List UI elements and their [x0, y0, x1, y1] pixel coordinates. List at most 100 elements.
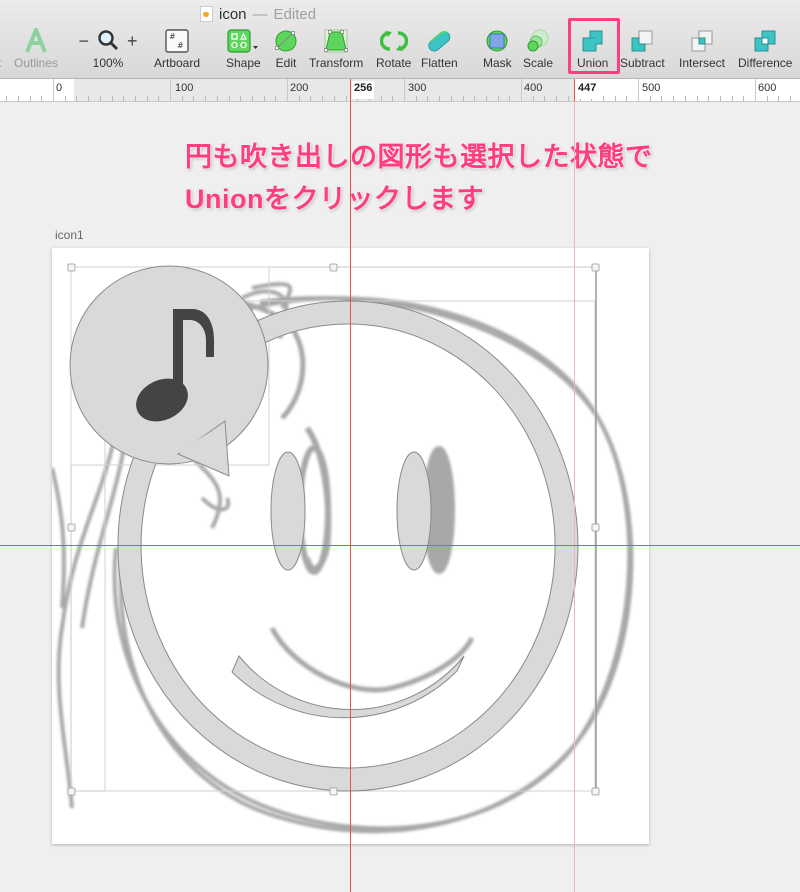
partial-tool[interactable]: t — [0, 28, 1, 72]
ruler-minor-tick — [439, 96, 440, 101]
rotate-icon — [379, 28, 408, 54]
ruler-minor-tick — [205, 96, 206, 101]
ruler-tick-label: 300 — [408, 82, 427, 94]
ruler-minor-tick — [743, 96, 744, 101]
ruler-selection-end-marker — [574, 79, 575, 101]
zoom-out-button[interactable]: − — [78, 31, 89, 52]
resize-handle-left[interactable] — [67, 523, 76, 532]
resize-handle-bottom-left[interactable] — [67, 787, 76, 796]
vertical-guide-center[interactable] — [350, 101, 351, 892]
ruler-minor-tick — [6, 96, 7, 101]
difference-icon — [753, 28, 777, 54]
zoom-control: − + 100% — [74, 28, 142, 72]
speech-bubble-shape[interactable] — [69, 265, 269, 477]
title-separator: — — [252, 5, 268, 23]
annotation-line-1: 円も吹き出しの図形も選択した状態で — [185, 142, 653, 172]
ruler-minor-tick — [544, 96, 545, 101]
scale-icon — [525, 28, 551, 54]
ruler-minor-tick — [88, 96, 89, 101]
difference-button[interactable]: Difference — [738, 28, 792, 72]
flatten-button[interactable]: Flatten — [421, 28, 458, 72]
scale-button[interactable]: Scale — [523, 28, 553, 72]
subtract-button[interactable]: Subtract — [620, 28, 665, 72]
ruler-minor-tick — [778, 96, 779, 101]
ruler-minor-tick — [41, 96, 42, 101]
transform-button[interactable]: Transform — [309, 28, 363, 72]
subtract-icon — [630, 28, 654, 54]
svg-text:#: # — [177, 41, 184, 50]
ruler-minor-tick — [182, 96, 183, 101]
horizontal-guide-center[interactable] — [0, 545, 800, 546]
ruler-minor-tick — [673, 96, 674, 101]
ruler-minor-tick — [135, 96, 136, 101]
ruler-minor-tick — [661, 96, 662, 101]
artboard-button[interactable]: # # Artboard — [154, 28, 200, 72]
ruler-major-tick — [404, 79, 405, 101]
ruler-minor-tick — [217, 96, 218, 101]
ruler-minor-tick — [112, 96, 113, 101]
shape-button[interactable]: Shape — [226, 28, 261, 72]
ruler-tick-label: 200 — [290, 82, 309, 94]
resize-handle-top-left[interactable] — [67, 263, 76, 272]
ruler-minor-tick — [767, 96, 768, 101]
ruler-selection-start-marker — [350, 79, 351, 101]
resize-handle-right[interactable] — [591, 523, 600, 532]
ruler-minor-tick — [556, 96, 557, 101]
mask-button[interactable]: Mask — [483, 28, 512, 72]
document-name: icon — [219, 5, 247, 23]
ruler-minor-tick — [346, 96, 347, 101]
ruler-minor-tick — [474, 96, 475, 101]
intersect-button[interactable]: Intersect — [679, 28, 725, 72]
right-eye-shape[interactable] — [396, 451, 432, 571]
transform-icon — [323, 28, 349, 54]
sketch-document-icon — [200, 6, 213, 22]
ruler-minor-tick — [65, 96, 66, 101]
flatten-icon — [426, 28, 452, 54]
ruler-minor-tick — [240, 96, 241, 101]
ruler-minor-tick — [264, 96, 265, 101]
rotate-button[interactable]: Rotate — [376, 28, 411, 72]
ruler-minor-tick — [252, 96, 253, 101]
ruler-minor-tick — [697, 96, 698, 101]
ruler-minor-tick — [451, 96, 452, 101]
ruler-minor-tick — [626, 96, 627, 101]
zoom-level: 100% — [92, 56, 124, 70]
edit-button[interactable]: Edit — [274, 28, 298, 72]
artboard-icon: # # — [165, 28, 189, 54]
ruler-minor-tick — [416, 96, 417, 101]
ruler-major-tick — [170, 79, 171, 101]
ruler-tick-label: 400 — [524, 82, 543, 94]
vertical-guide-right[interactable] — [574, 101, 575, 892]
ruler-minor-tick — [310, 96, 311, 101]
ruler-major-tick — [638, 79, 639, 101]
ruler-minor-tick — [18, 96, 19, 101]
resize-handle-bottom[interactable] — [329, 787, 338, 796]
ruler-minor-tick — [299, 96, 300, 101]
ruler-minor-tick — [392, 96, 393, 101]
ruler-selection-end: 447 — [576, 81, 599, 99]
ruler-minor-tick — [790, 96, 791, 101]
ruler-tick-label: 600 — [758, 82, 777, 94]
toolbar: icon — Edited t Outlines − + 100% ## Art… — [0, 0, 800, 79]
magnifier-icon — [97, 29, 119, 54]
resize-handle-bottom-right[interactable] — [591, 787, 600, 796]
resize-handle-top[interactable] — [329, 263, 338, 272]
outlines-icon — [23, 28, 49, 54]
intersect-icon — [690, 28, 714, 54]
zoom-in-button[interactable]: + — [127, 31, 138, 52]
left-eye-shape[interactable] — [270, 451, 306, 571]
instruction-annotation: 円も吹き出しの図形も選択した状態で Unionをクリックします — [185, 136, 653, 220]
artboard-name-label[interactable]: icon1 — [55, 228, 84, 242]
ruler-minor-tick — [533, 96, 534, 101]
ruler-minor-tick — [123, 96, 124, 101]
ruler-minor-tick — [147, 96, 148, 101]
svg-text:#: # — [169, 32, 176, 41]
outlines-button[interactable]: Outlines — [14, 28, 58, 72]
horizontal-ruler[interactable]: 0 100 200 300 400 500 600 256 447 — [0, 79, 800, 102]
resize-handle-top-right[interactable] — [591, 263, 600, 272]
window-title: icon — Edited — [200, 4, 316, 24]
ruler-minor-tick — [229, 96, 230, 101]
ruler-tick-label: 100 — [175, 82, 194, 94]
mask-icon — [485, 28, 509, 54]
ruler-tick-label: 500 — [642, 82, 661, 94]
